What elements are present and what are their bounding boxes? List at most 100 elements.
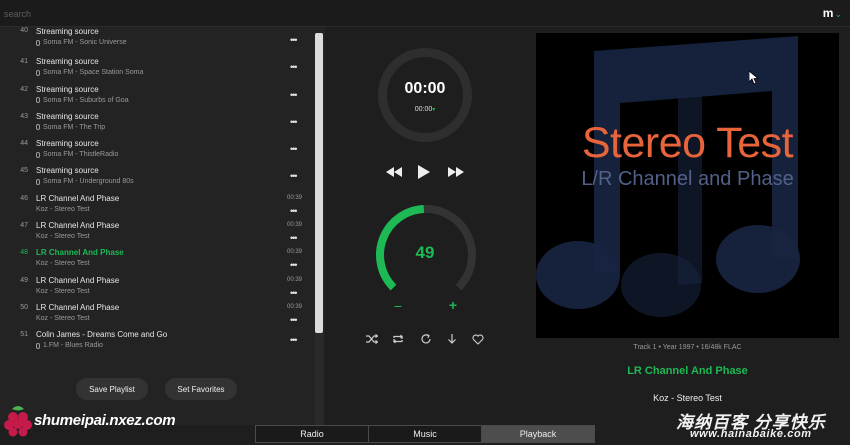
track-title: LR Channel And Phase xyxy=(36,193,120,203)
track-source: Soma FM - Sonic Universe xyxy=(36,39,127,46)
more-options-button[interactable]: ••• xyxy=(290,315,298,324)
consume-button[interactable] xyxy=(444,331,460,347)
track-number: 43 xyxy=(20,112,28,120)
arrow-down-icon xyxy=(448,334,456,344)
album-art-title: Stereo Test xyxy=(581,119,794,167)
playlist-row[interactable]: 43 Streaming source Soma FM - The Trip •… xyxy=(0,109,315,136)
repeat-button[interactable] xyxy=(390,331,406,347)
heart-icon xyxy=(472,334,484,345)
top-bar: m ⌄ xyxy=(0,0,850,27)
main-menu-button[interactable]: m ⌄ xyxy=(823,5,842,21)
track-number: 49 xyxy=(20,276,28,284)
track-source: Soma FM - ThistleRadio xyxy=(36,151,118,158)
track-source-text: Soma FM - Suburbs of Goa xyxy=(43,96,129,104)
scrollbar-thumb[interactable] xyxy=(315,33,323,333)
microphone-icon xyxy=(36,151,40,158)
more-options-button[interactable]: ••• xyxy=(290,261,298,270)
tab-music[interactable]: Music xyxy=(369,426,482,442)
track-title: Streaming source xyxy=(36,166,99,176)
track-artist-album: Koz - Stereo Test xyxy=(36,287,90,295)
playlist: 40 Streaming source Soma FM - Sonic Univ… xyxy=(0,27,315,355)
track-metadata: Track 1 • Year 1997 • 16/48k FLAC xyxy=(633,344,742,351)
more-options-button[interactable]: ••• xyxy=(290,234,298,243)
playlist-row[interactable]: 51 Colin James - Dreams Come and Go 1.FM… xyxy=(0,327,315,354)
track-number: 41 xyxy=(20,58,28,66)
mouse-pointer-icon xyxy=(749,71,759,85)
app-logo-icon: m xyxy=(822,6,834,20)
play-button[interactable] xyxy=(414,163,434,181)
track-title: Streaming source xyxy=(36,84,99,94)
rewind-icon xyxy=(386,167,402,177)
next-track-button[interactable] xyxy=(446,163,466,181)
shuffle-button[interactable] xyxy=(364,331,380,347)
volume-up-button[interactable]: + xyxy=(445,297,461,315)
microphone-icon xyxy=(36,342,40,349)
track-title: Streaming source xyxy=(36,111,99,121)
search-input[interactable] xyxy=(4,5,304,22)
track-title: LR Channel And Phase xyxy=(36,275,120,285)
playlist-panel: 40 Streaming source Soma FM - Sonic Univ… xyxy=(0,27,325,425)
playlist-row[interactable]: 45 Streaming source Soma FM - Undergroun… xyxy=(0,163,315,190)
view-tabs: Radio Music Playback xyxy=(255,425,595,443)
playlist-row[interactable]: 41 Streaming source Soma FM - Space Stat… xyxy=(0,54,315,81)
track-number: 51 xyxy=(20,331,28,339)
track-title: Streaming source xyxy=(36,57,99,67)
favorite-button[interactable] xyxy=(470,331,486,347)
more-options-button[interactable]: ••• xyxy=(290,90,298,99)
more-options-button[interactable]: ••• xyxy=(290,172,298,181)
more-options-button[interactable]: ••• xyxy=(290,63,298,72)
track-source: Soma FM - Suburbs of Goa xyxy=(36,97,129,104)
album-art: Stereo Test L/R Channel and Phase xyxy=(536,33,839,338)
track-source: 1.FM - Blues Radio xyxy=(36,342,103,349)
playlist-row[interactable]: 42 Streaming source Soma FM - Suburbs of… xyxy=(0,82,315,109)
previous-track-button[interactable] xyxy=(384,163,404,181)
track-artist-album: Koz - Stereo Test xyxy=(36,233,90,241)
playlist-row[interactable]: 50 LR Channel And Phase Koz - Stereo Tes… xyxy=(0,300,315,327)
more-options-button[interactable]: ••• xyxy=(290,145,298,154)
tab-radio[interactable]: Radio xyxy=(256,426,369,442)
shuffle-icon xyxy=(366,334,378,344)
track-duration: 00:39 xyxy=(287,276,303,283)
track-source-text: Soma FM - Sonic Universe xyxy=(43,39,127,46)
elapsed-time: 00:00 xyxy=(404,80,446,97)
refresh-icon xyxy=(421,333,431,344)
track-source: Soma FM - Underground 80s xyxy=(36,178,134,185)
site-watermark-logo: shumeipai.nxez.com xyxy=(4,398,176,442)
chevron-down-icon: ⌄ xyxy=(834,8,842,19)
track-duration: 00:39 xyxy=(287,222,303,229)
play-icon xyxy=(418,165,430,179)
microphone-icon xyxy=(36,97,40,104)
microphone-icon xyxy=(36,178,40,185)
track-source-text: Soma FM - Space Station Soma xyxy=(43,69,144,77)
more-options-button[interactable]: ••• xyxy=(290,206,298,215)
track-number: 50 xyxy=(20,303,28,311)
playlist-row-active[interactable]: 48 LR Channel And Phase Koz - Stereo Tes… xyxy=(0,245,315,272)
track-title: Colin James - Dreams Come and Go xyxy=(36,330,168,340)
more-options-button[interactable]: ••• xyxy=(290,288,298,297)
playlist-scrollbar[interactable] xyxy=(315,33,323,425)
volume-down-button[interactable]: − xyxy=(390,298,406,316)
track-title: Streaming source xyxy=(36,27,99,36)
track-number: 46 xyxy=(20,194,28,202)
track-artist-album: Koz - Stereo Test xyxy=(36,314,90,322)
caret-down-icon: ▾ xyxy=(432,107,436,113)
repeat-icon xyxy=(393,334,403,344)
site-watermark-url: www.hainabaike.com xyxy=(690,428,812,440)
total-time-toggle[interactable]: 00:00▾ xyxy=(378,106,472,113)
microphone-icon xyxy=(36,124,40,131)
more-options-button[interactable]: ••• xyxy=(290,36,298,45)
repeat-one-button[interactable] xyxy=(418,331,434,347)
playlist-row[interactable]: 40 Streaming source Soma FM - Sonic Univ… xyxy=(0,27,315,54)
more-options-button[interactable]: ••• xyxy=(290,336,298,345)
raspberry-icon xyxy=(4,406,32,437)
track-artist-album: Koz - Stereo Test xyxy=(36,205,90,213)
set-favorites-button[interactable]: Set Favorites xyxy=(165,378,237,400)
playlist-row[interactable]: 49 LR Channel And Phase Koz - Stereo Tes… xyxy=(0,273,315,300)
more-options-button[interactable]: ••• xyxy=(290,117,298,126)
playlist-row[interactable]: 46 LR Channel And Phase Koz - Stereo Tes… xyxy=(0,191,315,218)
tab-playback[interactable]: Playback xyxy=(482,426,594,442)
track-number: 48 xyxy=(20,249,28,257)
playlist-row[interactable]: 47 LR Channel And Phase Koz - Stereo Tes… xyxy=(0,218,315,245)
playlist-row[interactable]: 44 Streaming source Soma FM - ThistleRad… xyxy=(0,136,315,163)
save-playlist-button[interactable]: Save Playlist xyxy=(76,378,148,400)
